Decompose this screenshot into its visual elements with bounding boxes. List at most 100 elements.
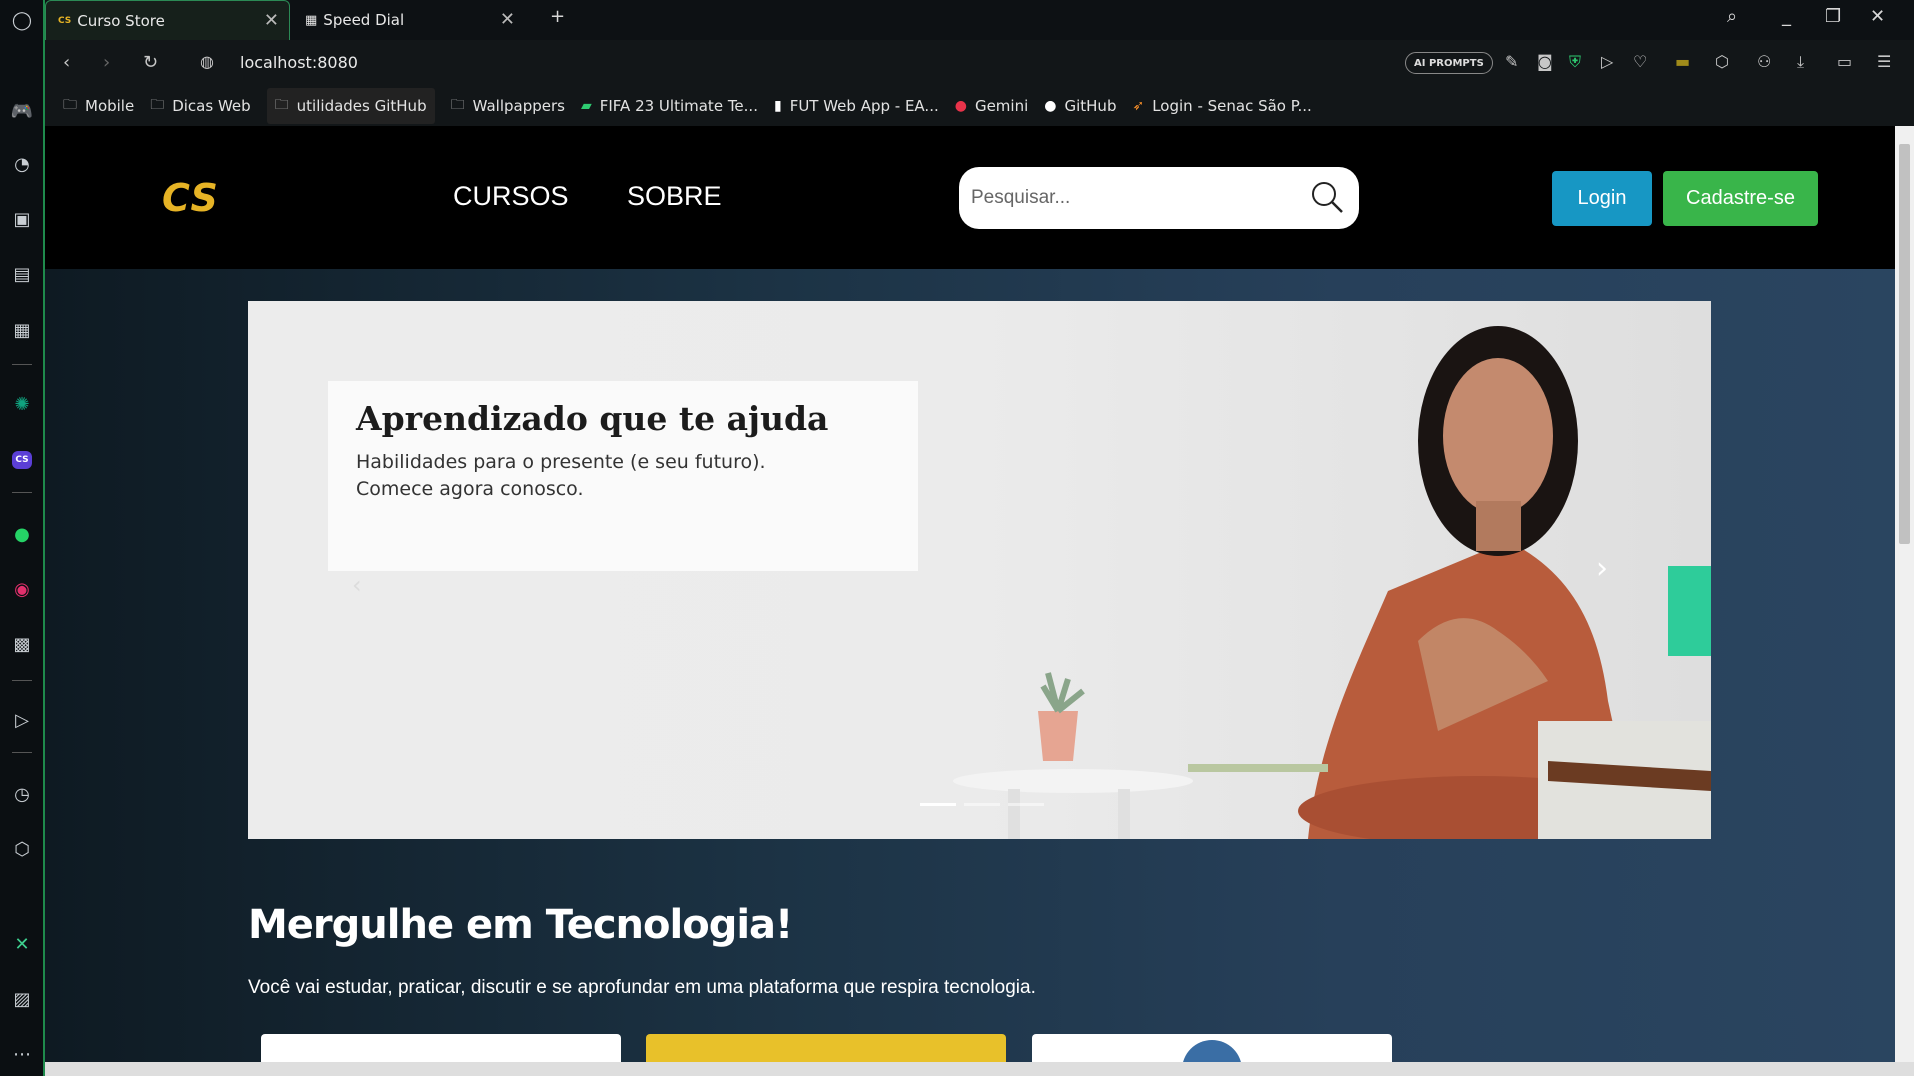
carousel-indicator[interactable] bbox=[964, 803, 1000, 806]
edit-icon[interactable]: ✎ bbox=[1505, 52, 1518, 71]
bookmark-label: Mobile bbox=[85, 97, 135, 115]
download-icon[interactable]: ⤓ bbox=[1797, 52, 1804, 72]
carousel-indicator[interactable] bbox=[920, 803, 956, 806]
menu-icon[interactable]: ☰ bbox=[1877, 52, 1891, 71]
bookmarks-bar: 🗀 Mobile 🗀 Dicas Web 🗀 utilidades GitHub 🗀 W… bbox=[45, 86, 1914, 126]
chatgpt-icon[interactable]: ✺ bbox=[8, 390, 36, 418]
section-subtitle: Você vai estudar, praticar, discutir e s… bbox=[248, 977, 1036, 998]
instagram-icon[interactable]: ◉ bbox=[8, 575, 36, 603]
carousel-prev-icon[interactable]: ‹ bbox=[352, 571, 362, 599]
twitch-icon[interactable]: ▤ bbox=[8, 260, 36, 288]
gallery-icon[interactable]: ▨ bbox=[8, 985, 36, 1013]
tab-label: Speed Dial bbox=[323, 11, 405, 29]
site-logo[interactable]: CS bbox=[162, 176, 220, 220]
fifa-icon: ▰ bbox=[580, 98, 592, 114]
nav-link-sobre[interactable]: SOBRE bbox=[627, 181, 722, 212]
bookmark-gemini[interactable]: ● Gemini bbox=[955, 97, 1029, 115]
camera-icon[interactable]: ◙ bbox=[1537, 52, 1553, 71]
forward-icon[interactable]: › bbox=[103, 52, 110, 73]
restore-icon[interactable]: ❐ bbox=[1825, 6, 1841, 27]
send-icon[interactable]: ▷ bbox=[1601, 52, 1613, 71]
url-field[interactable]: localhost:8080 bbox=[240, 53, 358, 72]
history-icon[interactable]: ◷ bbox=[8, 780, 36, 808]
close-icon[interactable]: ✕ bbox=[500, 9, 515, 30]
sidebar-divider bbox=[12, 680, 32, 681]
battery-icon[interactable]: ▭ bbox=[1837, 52, 1852, 71]
signup-button[interactable]: Cadastre-se bbox=[1663, 171, 1818, 226]
bookmark-github[interactable]: ● GitHub bbox=[1044, 97, 1116, 115]
login-button[interactable]: Login bbox=[1552, 171, 1652, 226]
bookmark-fifa[interactable]: ▰ FIFA 23 Ultimate Te... bbox=[581, 97, 758, 115]
address-bar: ‹ › ↻ ◍ localhost:8080 AI PROMPTS ✎ ◙ ⛨ … bbox=[45, 40, 1914, 86]
bookmark-dicas-web[interactable]: 🗀 Dicas Web bbox=[150, 94, 250, 118]
python-logo-icon bbox=[1182, 1040, 1242, 1062]
bookmark-label: Login - Senac São P... bbox=[1152, 97, 1312, 115]
scrollbar-thumb[interactable] bbox=[1899, 144, 1910, 544]
bookmark-label: GitHub bbox=[1064, 97, 1117, 115]
more-icon[interactable]: ⋯ bbox=[8, 1040, 36, 1068]
site-navbar: CS CURSOS SOBRE Login Cadastre-se bbox=[45, 126, 1895, 269]
shield-icon[interactable]: ⛨ bbox=[1569, 52, 1581, 72]
close-icon[interactable]: ✕ bbox=[264, 10, 279, 31]
folder-icon: 🗀 bbox=[274, 97, 289, 113]
new-tab-icon[interactable]: + bbox=[550, 6, 565, 27]
bookmark-wallpappers[interactable]: 🗀 Wallpappers bbox=[451, 94, 565, 118]
hero-subtitle-line1: Habilidades para o presente (e seu futur… bbox=[356, 451, 766, 473]
speedometer-icon[interactable]: ◔ bbox=[8, 150, 36, 178]
ai-prompts-button[interactable]: AI PROMPTS bbox=[1405, 52, 1493, 74]
gamepad-icon[interactable]: 🎮 bbox=[8, 97, 36, 125]
carousel-indicator[interactable] bbox=[1008, 803, 1044, 806]
extension-icon[interactable]: ✕ bbox=[8, 930, 36, 958]
bookmark-label: FUT Web App - EA... bbox=[789, 97, 939, 115]
whatsapp-icon[interactable]: ● bbox=[8, 520, 36, 548]
search-tabs-icon[interactable]: ⌕ bbox=[1727, 6, 1737, 27]
search-icon[interactable] bbox=[1309, 179, 1345, 215]
nav-link-cursos[interactable]: CURSOS bbox=[453, 181, 569, 212]
course-card[interactable] bbox=[1032, 1034, 1392, 1062]
player-icon[interactable]: ▷ bbox=[8, 706, 36, 734]
close-window-icon[interactable]: ✕ bbox=[1870, 6, 1885, 27]
grid-icon: ▦ bbox=[305, 12, 318, 28]
globe-icon[interactable]: ◍ bbox=[200, 52, 214, 71]
bookmark-mobile[interactable]: 🗀 Mobile bbox=[63, 94, 134, 118]
chip-icon[interactable]: ▦ bbox=[8, 316, 36, 344]
hero-carousel: Aprendizado que te ajuda Habilidades par… bbox=[248, 301, 1711, 839]
opera-logo-icon[interactable]: ◯ bbox=[8, 6, 36, 34]
minimize-icon[interactable]: _ bbox=[1782, 6, 1791, 27]
cube-icon[interactable]: ⬡ bbox=[8, 835, 36, 863]
search-box bbox=[959, 167, 1359, 229]
cs-app-icon[interactable]: CS bbox=[8, 446, 36, 474]
hero-subtitle: Habilidades para o presente (e seu futur… bbox=[356, 449, 890, 503]
vertical-scrollbar[interactable] bbox=[1895, 126, 1914, 1062]
gemini-icon: ● bbox=[954, 98, 967, 114]
carousel-next-icon[interactable]: › bbox=[1596, 551, 1608, 586]
search-input[interactable] bbox=[971, 181, 1291, 215]
tab-speed-dial[interactable]: ▦ Speed Dial ✕ bbox=[293, 0, 525, 40]
bookmark-senac[interactable]: ➶ Login - Senac São P... bbox=[1132, 97, 1311, 115]
senac-icon: ➶ bbox=[1132, 98, 1145, 114]
heart-icon[interactable]: ♡ bbox=[1633, 52, 1647, 71]
course-card[interactable] bbox=[646, 1034, 1006, 1062]
tab-strip: CS Curso Store ✕ ▦ Speed Dial ✕ + ⌕ _ ❐ … bbox=[45, 0, 1914, 40]
bookmark-utilidades-github[interactable]: 🗀 utilidades GitHub bbox=[266, 88, 435, 124]
bookmark-label: Gemini bbox=[974, 97, 1029, 115]
discord-icon[interactable]: ▩ bbox=[8, 630, 36, 658]
page-viewport: CS CURSOS SOBRE Login Cadastre-se bbox=[45, 126, 1895, 1062]
hero-subtitle-line2: Comece agora conosco. bbox=[356, 478, 584, 500]
carousel-indicators bbox=[920, 803, 1044, 806]
tab-curso-store[interactable]: CS Curso Store ✕ bbox=[45, 0, 290, 40]
cs-favicon-icon: CS bbox=[58, 15, 72, 26]
sidebar-divider bbox=[12, 492, 32, 493]
profile-icon[interactable]: ⚇ bbox=[1757, 52, 1771, 71]
bookmark-fut-web-app[interactable]: ▮ FUT Web App - EA... bbox=[774, 97, 939, 115]
cube-icon[interactable]: ⬡ bbox=[1715, 52, 1729, 71]
course-card[interactable] bbox=[261, 1034, 621, 1062]
section-title: Mergulhe em Tecnologia! bbox=[248, 902, 793, 948]
bag-icon[interactable]: ▣ bbox=[8, 205, 36, 233]
wallet-icon[interactable]: ▬ bbox=[1675, 52, 1690, 71]
sidebar-divider bbox=[12, 364, 32, 365]
reload-icon[interactable]: ↻ bbox=[143, 52, 158, 73]
horizontal-scrollbar[interactable] bbox=[45, 1062, 1914, 1076]
back-icon[interactable]: ‹ bbox=[63, 52, 70, 73]
bookmark-label: Dicas Web bbox=[172, 97, 251, 115]
